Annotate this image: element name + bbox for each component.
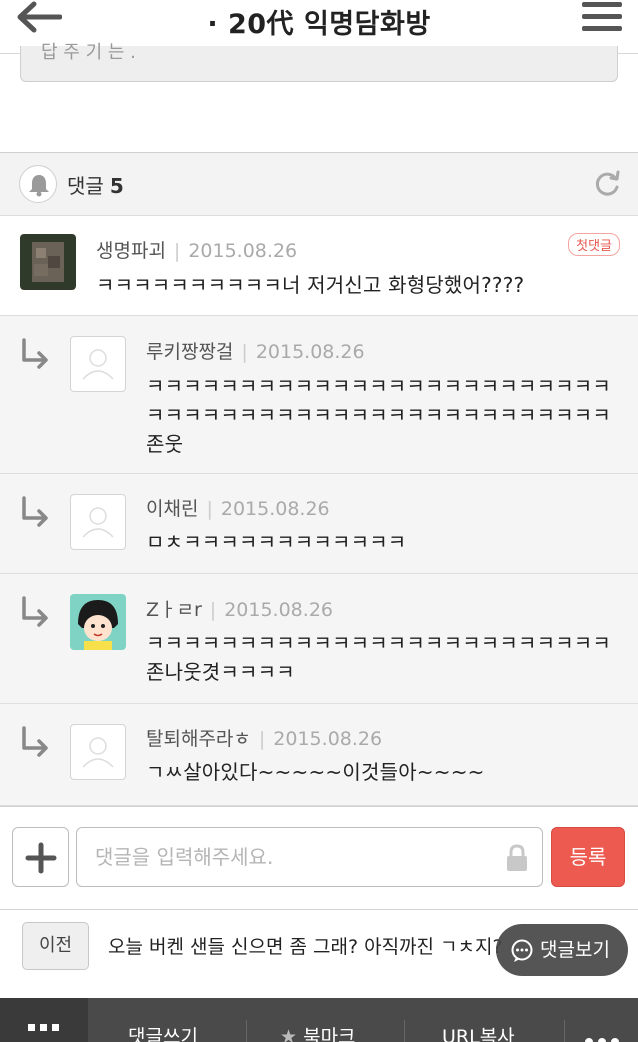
comment-meta: 루키짱짱걸 | 2015.08.26: [146, 341, 365, 363]
page-title: · 20代 익명담화방: [207, 9, 431, 40]
bottom-toolbar: 댓글쓰기 ★ 북마크 URL복사: [0, 998, 638, 1042]
comment-author[interactable]: 생명파괴: [96, 240, 166, 262]
avatar: [70, 724, 126, 780]
comment-count-label: 댓글 5: [67, 170, 124, 199]
comment-item: 생명파괴 | 2015.08.26 첫댓글 ㅋㅋㅋㅋㅋㅋㅋㅋㅋㅋ너 저거신고 화형당…: [0, 216, 638, 316]
comments-header: 댓글 5: [0, 152, 638, 216]
menu-icon: [582, 2, 622, 7]
avatar: [70, 336, 126, 392]
reply-arrow-icon: [22, 596, 48, 627]
divider: [564, 1020, 565, 1042]
reply-item: 이채린 | 2015.08.26 ㅁㅊㅋㅋㅋㅋㅋㅋㅋㅋㅋㅋㅋㅋ: [0, 474, 638, 574]
post-navigation: 이전 오늘 버켄 샌들 신으면 좀 그래? 아직까진 ㄱㅊ지? 댓글보기: [0, 910, 638, 986]
comment-meta: Zㅏㄹr | 2015.08.26: [146, 599, 333, 621]
comment-date: 2015.08.26: [273, 728, 383, 750]
comment-body: ㅋㅋㅋㅋㅋㅋㅋㅋㅋㅋㅋㅋㅋㅋㅋㅋㅋㅋㅋㅋㅋㅋㅋㅋㅋ ㅋㅋㅋㅋㅋㅋㅋㅋㅋㅋㅋㅋㅋㅋ…: [146, 372, 611, 459]
bell-icon: [29, 175, 49, 197]
reply-arrow-icon: [22, 496, 48, 527]
avatar: [70, 594, 126, 650]
comment-meta: 생명파괴 | 2015.08.26: [96, 240, 298, 262]
comment-input-box: [76, 827, 543, 887]
reply-arrow-icon: [22, 338, 48, 369]
submit-comment-button[interactable]: 등록: [551, 827, 625, 887]
comment-date: 2015.08.26: [220, 498, 330, 520]
reply-item: 탈퇴해주라ㅎ | 2015.08.26 ㄱㅆ살아있다~~~~~이것들아~~~~: [0, 704, 638, 806]
comment-body: ㅋㅋㅋㅋㅋㅋㅋㅋㅋㅋㅋㅋㅋㅋㅋㅋㅋㅋㅋㅋㅋㅋㅋㅋㅋ 존나웃겻ㅋㅋㅋㅋ: [146, 629, 611, 687]
avatar: [20, 234, 76, 290]
comment-input-row: 등록: [0, 806, 638, 910]
lock-icon[interactable]: [506, 844, 528, 872]
view-comments-button[interactable]: 댓글보기: [496, 924, 628, 976]
bookmark-tab[interactable]: ★ 북마크: [280, 1022, 356, 1042]
divider: [246, 1020, 247, 1042]
menu-button[interactable]: [582, 2, 622, 32]
comment-body: ㅋㅋㅋㅋㅋㅋㅋㅋㅋㅋ너 저거신고 화형당했어????: [96, 273, 525, 297]
write-comment-tab[interactable]: 댓글쓰기: [128, 1022, 198, 1042]
comment-author[interactable]: 이채린: [146, 498, 198, 520]
first-comment-badge: 첫댓글: [568, 233, 620, 256]
comment-author[interactable]: 루키짱짱걸: [146, 341, 233, 363]
divider: [404, 1020, 405, 1042]
avatar: [70, 494, 126, 550]
more-icon[interactable]: [585, 1031, 624, 1042]
comment-body-line: ㅋㅋㅋㅋㅋㅋㅋㅋㅋㅋㅋㅋㅋㅋㅋㅋㅋㅋㅋㅋㅋㅋㅋㅋㅋ: [146, 631, 611, 655]
comment-body-line: ㅋㅋㅋㅋㅋㅋㅋㅋㅋㅋㅋㅋㅋㅋㅋㅋㅋㅋㅋㅋㅋㅋㅋㅋㅋ: [146, 374, 611, 398]
comment-input[interactable]: [95, 842, 495, 872]
copy-url-tab[interactable]: URL복사: [442, 1022, 515, 1042]
star-icon: ★: [280, 1026, 298, 1042]
comment-body-line: 존나웃겻ㅋㅋㅋㅋ: [146, 660, 295, 684]
comment-date: 2015.08.26: [224, 599, 333, 621]
comment-body-line: 존웃: [146, 432, 184, 456]
comment-meta: 이채린 | 2015.08.26: [146, 498, 330, 520]
comment-author[interactable]: Zㅏㄹr: [146, 599, 202, 621]
previous-post-button[interactable]: 이전: [22, 922, 89, 970]
comment-meta: 탈퇴해주라ㅎ | 2015.08.26: [146, 728, 383, 750]
previous-post-title[interactable]: 오늘 버켄 샌들 신으면 좀 그래? 아직까진 ㄱㅊ지?: [108, 932, 528, 959]
reply-item: 루키짱짱걸 | 2015.08.26 ㅋㅋㅋㅋㅋㅋㅋㅋㅋㅋㅋㅋㅋㅋㅋㅋㅋㅋㅋㅋㅋㅋㅋ…: [0, 316, 638, 474]
refresh-button[interactable]: [590, 167, 624, 201]
view-comments-label: 댓글보기: [540, 939, 610, 961]
chat-bubble-icon: [511, 939, 533, 962]
notification-bell-button[interactable]: [19, 165, 57, 203]
reply-item: Zㅏㄹr | 2015.08.26 ㅋㅋㅋㅋㅋㅋㅋㅋㅋㅋㅋㅋㅋㅋㅋㅋㅋㅋㅋㅋㅋㅋㅋㅋ…: [0, 574, 638, 704]
bookmark-label: 북마크: [303, 1026, 356, 1042]
attach-button[interactable]: [12, 827, 69, 887]
reply-arrow-icon: [22, 726, 48, 757]
comment-count: 5: [109, 174, 124, 198]
previous-content-text: 답 주 기 는 .: [41, 42, 136, 63]
comment-date: 2015.08.26: [255, 341, 365, 363]
previous-content-box: 답 주 기 는 .: [20, 42, 618, 82]
refresh-icon: [595, 170, 620, 196]
plus-icon: [25, 842, 57, 874]
comment-body: ㄱㅆ살아있다~~~~~이것들아~~~~: [146, 760, 485, 784]
comment-date: 2015.08.26: [188, 240, 298, 262]
comment-author[interactable]: 탈퇴해주라ㅎ: [146, 728, 251, 750]
comment-body-line: ㅋㅋㅋㅋㅋㅋㅋㅋㅋㅋㅋㅋㅋㅋㅋㅋㅋㅋㅋㅋㅋㅋㅋㅋㅋ: [146, 403, 611, 427]
comment-label-text: 댓글: [67, 174, 104, 198]
comment-body: ㅁㅊㅋㅋㅋㅋㅋㅋㅋㅋㅋㅋㅋㅋ: [146, 530, 407, 554]
grid-menu-button[interactable]: [0, 998, 88, 1042]
